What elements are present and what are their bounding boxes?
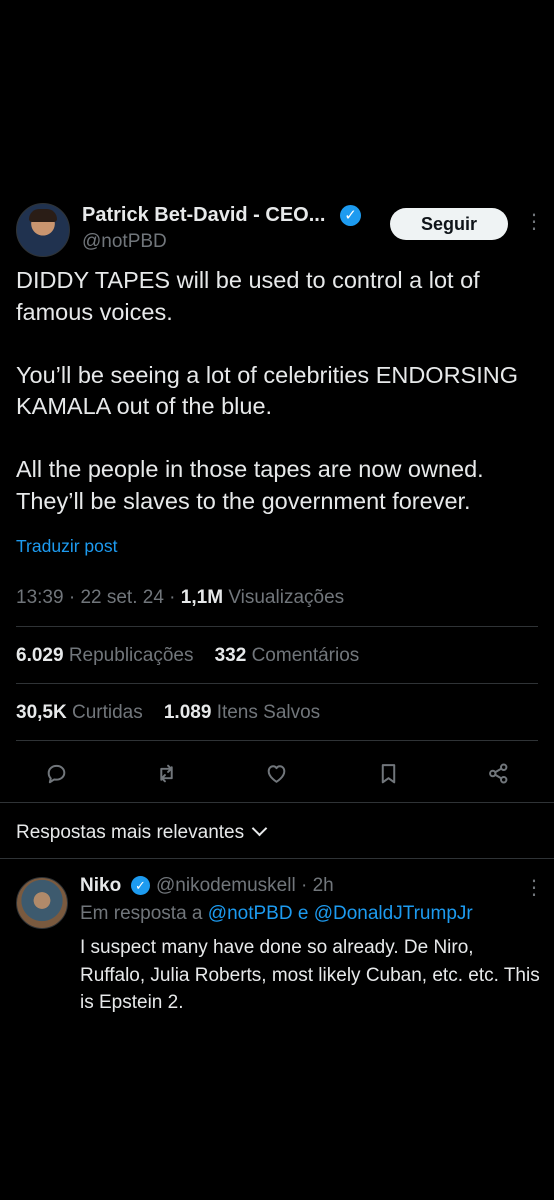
repost-icon	[159, 764, 173, 782]
tweet-date: 22 set. 24	[80, 587, 164, 608]
comments-stat[interactable]: 332 Comentários	[215, 645, 360, 666]
divider	[16, 683, 538, 684]
like-icon	[267, 764, 285, 783]
author-avatar[interactable]	[16, 203, 70, 257]
comments-count: 332	[214, 645, 247, 666]
tweet-text: DIDDY TAPES will be used to control a lo…	[16, 267, 519, 514]
reply-text: I suspect many have done so already. De …	[80, 937, 546, 1013]
replies-sort-dropdown[interactable]: Respostas mais relevantes	[16, 820, 268, 844]
reply-icon	[47, 764, 65, 783]
bookmark-button[interactable]	[371, 756, 405, 790]
reply-button[interactable]	[39, 756, 73, 790]
divider	[16, 740, 538, 741]
share-button[interactable]	[481, 756, 515, 790]
repost-comment-stats: 6.029 Republicações 332 Comentários	[16, 645, 359, 667]
saves-count: 1.089	[163, 702, 212, 723]
saves-stat[interactable]: 1.089 Itens Salvos	[164, 702, 320, 723]
tweet-time: 13:39	[16, 587, 64, 608]
reply-age: 2h	[312, 875, 334, 896]
likes-label: Curtidas	[71, 702, 143, 723]
reply-author-handle[interactable]: @nikodemuskell	[156, 875, 296, 896]
mention-conjunction: e	[297, 903, 309, 924]
repost-button[interactable]	[149, 756, 183, 790]
bookmark-icon	[381, 763, 395, 783]
author-handle[interactable]: @notPBD	[82, 231, 167, 253]
author-name[interactable]: Patrick Bet-David - CEO...	[82, 204, 325, 227]
views-count: 1,1M	[180, 587, 224, 608]
mention-link[interactable]: @notPBD	[208, 903, 293, 924]
tweet-metadata: 13:39 · 22 set. 24 · 1,1M Visualizações	[16, 587, 345, 608]
reply-author-name[interactable]: Niko	[80, 875, 121, 897]
translate-post-link[interactable]: Traduzir post	[16, 536, 117, 557]
reply-more-options-icon[interactable]: ⋮	[524, 878, 544, 898]
in-reply-prefix: Em resposta a	[80, 903, 203, 924]
comments-label: Comentários	[251, 645, 360, 666]
likes-stat[interactable]: 30,5K Curtidas	[16, 702, 143, 723]
verified-badge-icon: ✓	[131, 876, 150, 895]
like-button[interactable]	[259, 756, 293, 790]
section-divider	[0, 858, 554, 859]
share-icon	[488, 763, 507, 783]
reposts-label: Republicações	[68, 645, 194, 666]
in-reply-to: Em resposta a @notPBD e @DonaldJTrumpJr	[80, 903, 473, 925]
saves-label: Itens Salvos	[216, 702, 321, 723]
verified-badge-icon: ✓	[340, 205, 361, 226]
mention-link[interactable]: @DonaldJTrumpJr	[314, 903, 473, 924]
likes-count: 30,5K	[16, 702, 67, 723]
divider	[16, 626, 538, 627]
views-label: Visualizações	[228, 587, 345, 608]
reposts-count: 6.029	[16, 645, 64, 666]
reply-author-avatar[interactable]	[16, 877, 68, 929]
follow-button[interactable]: Seguir	[390, 208, 508, 240]
chevron-down-icon	[251, 820, 268, 837]
reply-author-meta: @nikodemuskell · 2h	[156, 875, 334, 896]
like-save-stats: 30,5K Curtidas 1.089 Itens Salvos	[16, 702, 320, 724]
section-divider	[0, 802, 554, 803]
replies-sort-label: Respostas mais relevantes	[16, 822, 245, 843]
more-options-icon[interactable]: ⋮	[524, 212, 544, 232]
reposts-stat[interactable]: 6.029 Republicações	[16, 645, 193, 666]
